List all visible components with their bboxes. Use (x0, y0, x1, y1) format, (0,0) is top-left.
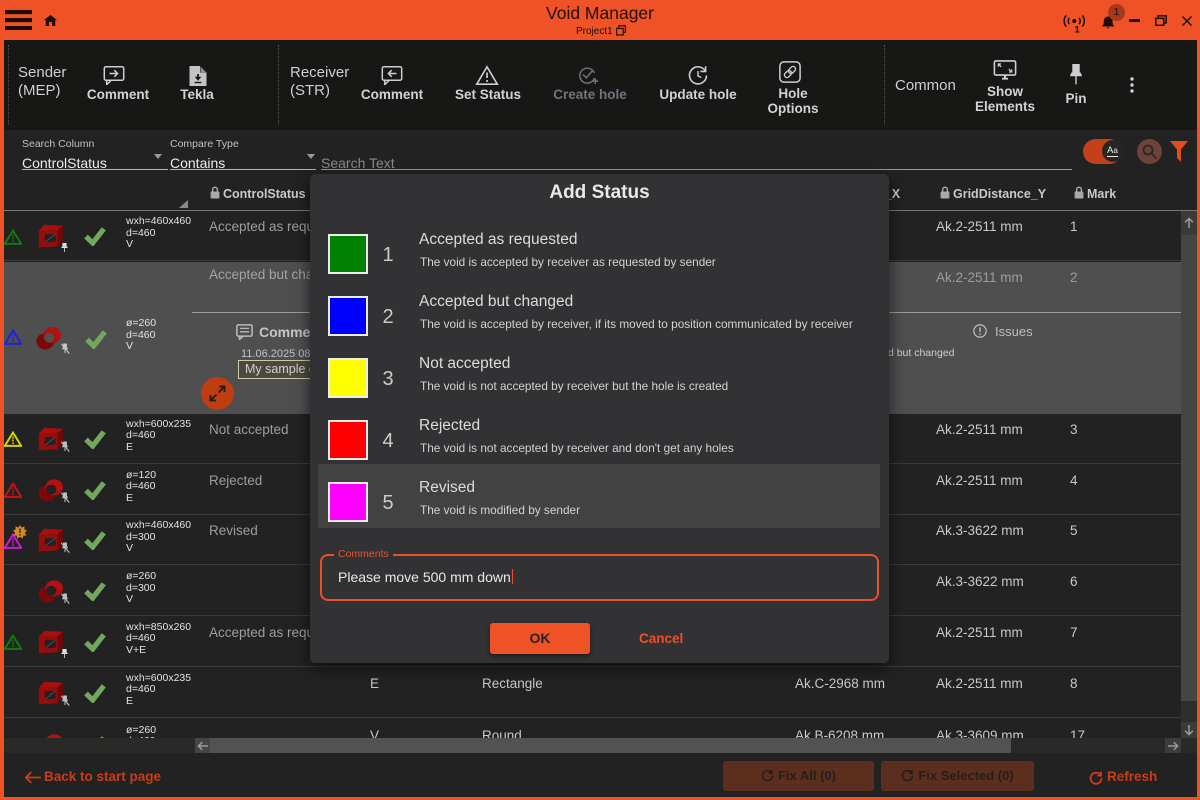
svg-text:1: 1 (1075, 25, 1081, 34)
